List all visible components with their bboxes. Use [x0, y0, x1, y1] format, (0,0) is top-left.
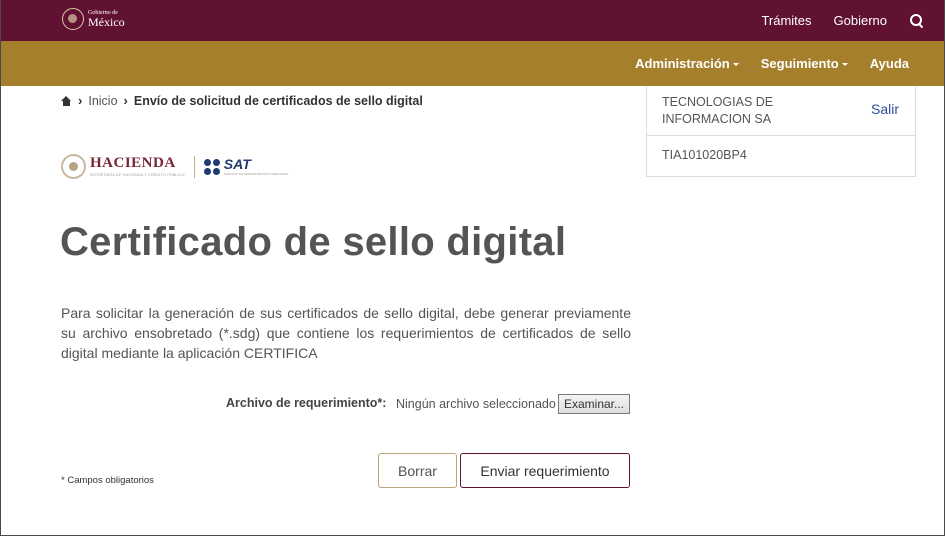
page-description: Para solicitar la generación de sus cert…: [61, 305, 631, 361]
caret-down-icon: [732, 63, 739, 66]
required-fields-note: * Campos obligatorios: [61, 475, 154, 486]
hacienda-seal-icon: [61, 154, 86, 179]
sub-nav: Administración Seguimiento Ayuda: [635, 41, 909, 86]
sat-logo-icon: [203, 158, 220, 175]
menu-ayuda[interactable]: Ayuda: [870, 56, 909, 71]
logo-divider: [193, 155, 195, 178]
search-icon[interactable]: [909, 13, 925, 29]
agency-logos: HACIENDA SECRETARÍA DE HACIENDA Y CRÉDIT…: [61, 154, 288, 179]
hacienda-logo-text: HACIENDA: [90, 155, 176, 171]
submit-request-button[interactable]: Enviar requerimiento: [460, 453, 630, 488]
breadcrumb-inicio[interactable]: Inicio: [88, 94, 117, 108]
eagle-seal-icon: [62, 8, 84, 30]
sat-logo-text: SAT: [223, 156, 251, 172]
chevron-right-icon: ›: [123, 93, 128, 108]
gobierno-mexico-logo[interactable]: Gobierno de México: [62, 8, 125, 30]
company-name: TECNOLOGIAS DE INFORMACION SA: [662, 95, 774, 126]
sat-logo-subtext: SERVICIO DE ADMINISTRACIÓN TRIBUTARIA: [223, 172, 289, 176]
menu-administracion-label: Administración: [635, 56, 730, 71]
menu-administracion[interactable]: Administración: [635, 56, 739, 71]
sub-header: Administración Seguimiento Ayuda: [0, 41, 945, 86]
menu-seguimiento-label: Seguimiento: [760, 56, 839, 71]
top-nav: Trámites Gobierno: [761, 0, 925, 41]
caret-down-icon: [841, 63, 848, 66]
page-title: Certificado de sello digital: [60, 220, 567, 264]
user-rfc: TIA101020BP4: [662, 148, 747, 162]
file-status: Ningún archivo seleccionado: [396, 397, 556, 411]
user-panel: TECNOLOGIAS DE INFORMACION SA Salir TIA1…: [646, 86, 916, 177]
logo-big-text: México: [88, 15, 125, 29]
nav-gobierno[interactable]: Gobierno: [834, 13, 887, 28]
menu-seguimiento[interactable]: Seguimiento: [761, 56, 848, 71]
nav-tramites[interactable]: Trámites: [761, 13, 811, 28]
clear-button[interactable]: Borrar: [378, 453, 457, 488]
hacienda-logo-subtext: SECRETARÍA DE HACIENDA Y CRÉDITO PÚBLICO: [90, 173, 185, 177]
breadcrumb-current: Envío de solicitud de certificados de se…: [133, 93, 423, 108]
logout-link[interactable]: Salir: [871, 101, 899, 117]
breadcrumb: › Inicio › Envío de solicitud de certifi…: [61, 93, 423, 108]
file-field-label: Archivo de requerimiento*:: [226, 396, 387, 410]
chevron-right-icon: ›: [78, 93, 83, 108]
top-header: Gobierno de México Trámites Gobierno: [0, 0, 945, 41]
browse-file-button[interactable]: Examinar...: [558, 394, 630, 414]
home-icon[interactable]: [61, 95, 72, 106]
